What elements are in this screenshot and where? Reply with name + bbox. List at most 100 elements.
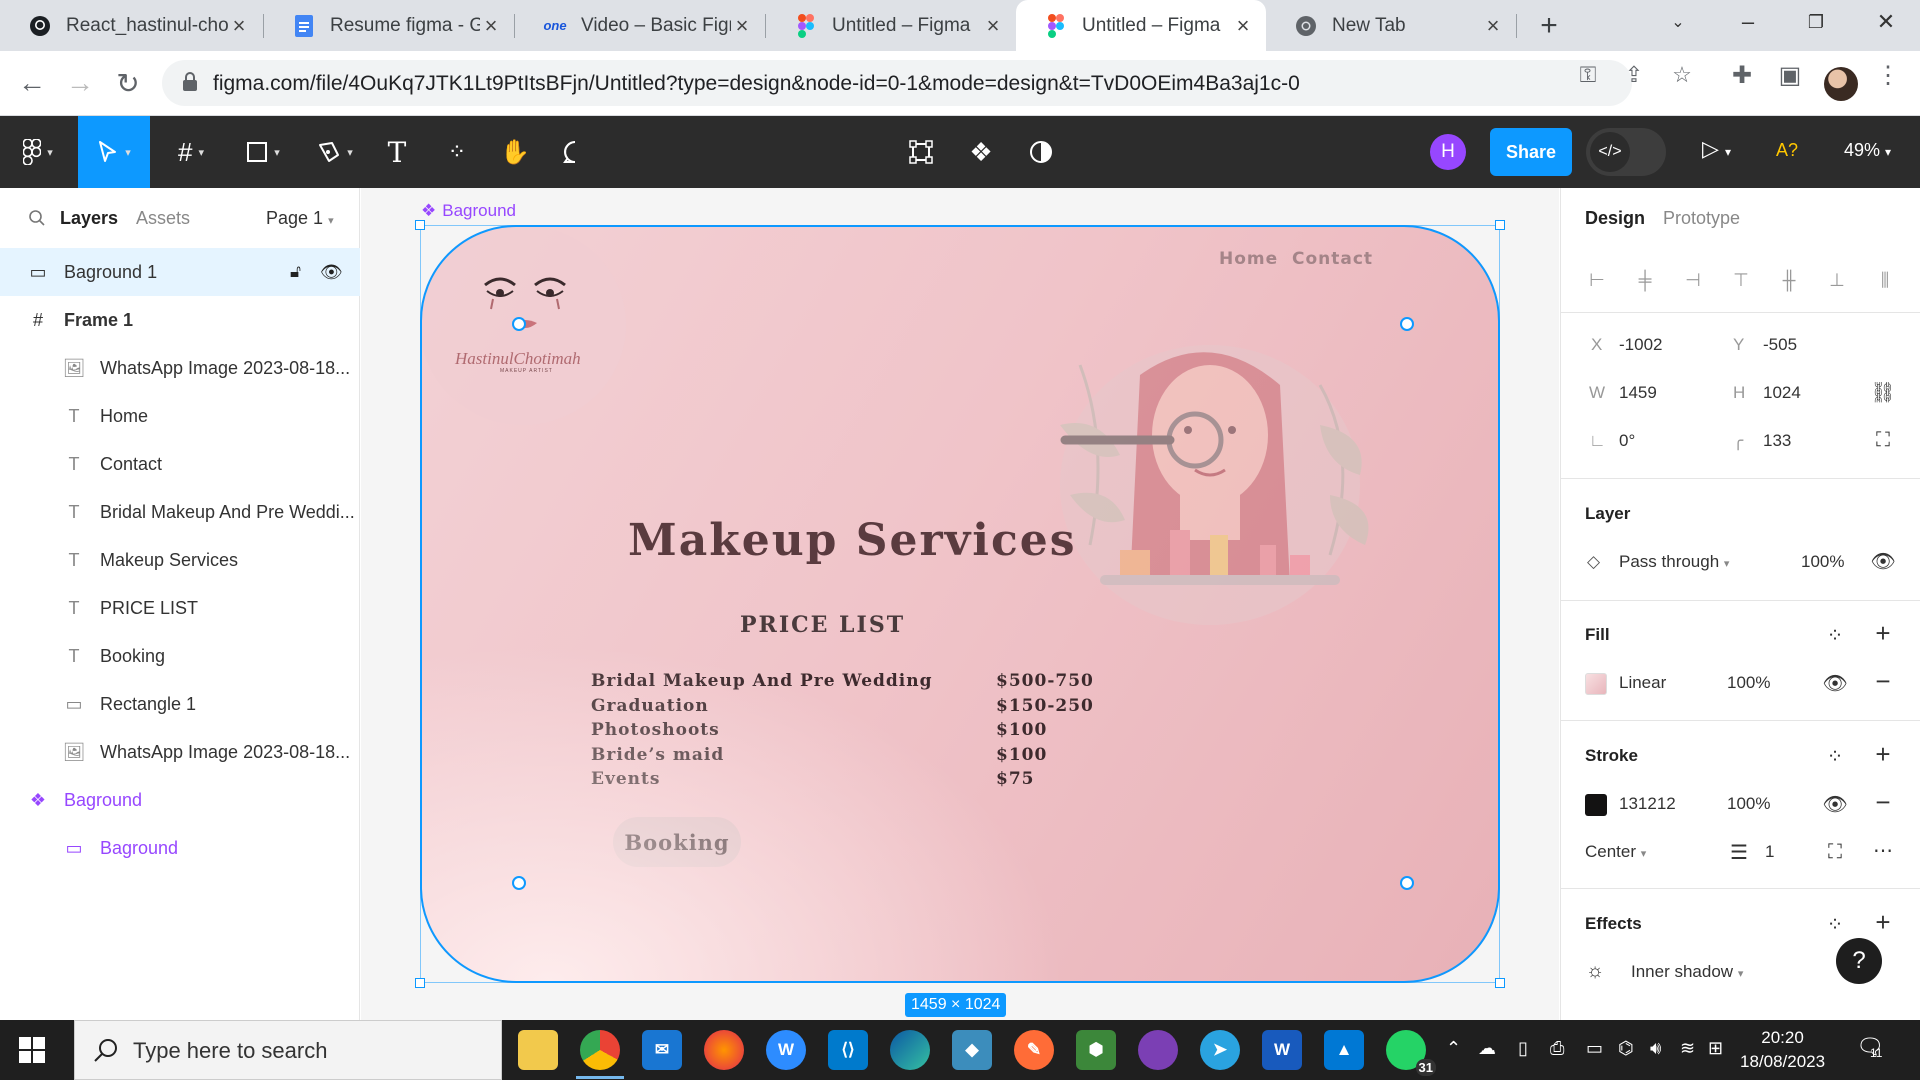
- align-bottom-icon[interactable]: ⊥: [1825, 268, 1849, 292]
- eye-icon[interactable]: 👁︎: [1822, 671, 1847, 695]
- frame-tool[interactable]: # ▾: [160, 116, 222, 188]
- distribute-icon[interactable]: ⫼: [1873, 268, 1897, 292]
- taskbar-search[interactable]: Type here to search: [74, 1020, 502, 1080]
- stroke-weight-input[interactable]: 1: [1765, 842, 1774, 862]
- windows-start-icon[interactable]: [18, 1036, 46, 1064]
- wifi-icon[interactable]: ≋: [1680, 1038, 1695, 1059]
- chrome-menu-icon[interactable]: ⋮: [1874, 61, 1902, 89]
- layer-item[interactable]: T Home: [0, 392, 360, 440]
- add-effect-icon[interactable]: +: [1871, 907, 1895, 937]
- forward-icon[interactable]: →: [62, 65, 98, 101]
- side-panel-icon[interactable]: ▣: [1776, 61, 1804, 89]
- pen-tool[interactable]: ▾: [304, 116, 366, 188]
- constrain-proportions-icon[interactable]: ⛓︎: [1870, 380, 1895, 404]
- present-button[interactable]: ▷ ▾: [1702, 136, 1731, 162]
- fill-opacity-input[interactable]: 100%: [1727, 673, 1770, 693]
- zoom-menu[interactable]: 49% ▾: [1844, 140, 1891, 161]
- frame-label[interactable]: ❖ Baground: [421, 201, 516, 221]
- layer-item[interactable]: T Booking: [0, 632, 360, 680]
- layer-item[interactable]: 🖼︎ WhatsApp Image 2023-08-18...: [0, 728, 360, 776]
- share-button[interactable]: Share: [1490, 128, 1572, 176]
- height-input[interactable]: 1024: [1763, 383, 1801, 403]
- styles-grid-icon[interactable]: ⁘: [1823, 623, 1847, 647]
- layer-item[interactable]: ▭ Baground: [0, 824, 360, 872]
- align-top-icon[interactable]: ⊤: [1729, 268, 1753, 292]
- stroke-align-select[interactable]: Center ▾: [1585, 842, 1646, 862]
- eye-icon[interactable]: 👁︎: [1870, 549, 1895, 573]
- layer-item[interactable]: T PRICE LIST: [0, 584, 360, 632]
- page-selector[interactable]: Page 1 ▾: [266, 208, 334, 229]
- effect-settings-icon[interactable]: ☼: [1583, 959, 1607, 983]
- tab-layers[interactable]: Layers: [60, 208, 118, 229]
- browser-tab[interactable]: Untitled – Figma ×: [766, 0, 1016, 51]
- layer-item[interactable]: T Bridal Makeup And Pre Weddi...: [0, 488, 360, 536]
- resize-handle-bottom-left[interactable]: [415, 978, 425, 988]
- mask-button[interactable]: [1016, 116, 1066, 188]
- fill-type[interactable]: Linear: [1619, 673, 1666, 693]
- browser-tab[interactable]: React_hastinul-chot ×: [0, 0, 262, 51]
- bookmark-star-icon[interactable]: ☆: [1668, 61, 1696, 89]
- meet-now-icon[interactable]: ⎙: [1550, 1038, 1564, 1059]
- fill-swatch[interactable]: [1585, 673, 1607, 695]
- onedrive-icon[interactable]: ☁: [1478, 1038, 1496, 1059]
- volume-icon[interactable]: 🔊︎: [1650, 1038, 1661, 1059]
- more-options-icon[interactable]: ⋯: [1871, 838, 1895, 862]
- search-icon[interactable]: [28, 209, 46, 227]
- align-vertical-center-icon[interactable]: ╫: [1777, 268, 1801, 292]
- user-avatar[interactable]: H: [1430, 134, 1466, 170]
- close-icon[interactable]: ×: [228, 13, 250, 38]
- individual-strokes-icon[interactable]: ⛶: [1823, 840, 1847, 864]
- whatsapp-icon[interactable]: 31: [1386, 1030, 1436, 1076]
- stroke-color-input[interactable]: 131212: [1619, 794, 1676, 814]
- layer-item[interactable]: ❖ Baground: [0, 776, 360, 824]
- resize-handle-top-right[interactable]: [1495, 220, 1505, 230]
- restore-icon[interactable]: ❐: [1786, 0, 1846, 44]
- y-input[interactable]: -505: [1763, 335, 1797, 355]
- move-tool[interactable]: ▾: [78, 116, 150, 188]
- eye-icon[interactable]: 👁︎: [320, 262, 343, 283]
- layer-item[interactable]: ▭ Baground 1 🔓︎ 👁︎: [0, 248, 360, 296]
- mail-icon[interactable]: ✉: [642, 1030, 682, 1070]
- edge-icon[interactable]: [890, 1030, 930, 1070]
- styles-grid-icon[interactable]: ⁘: [1823, 912, 1847, 936]
- firefox-icon[interactable]: [704, 1030, 744, 1070]
- remove-fill-icon[interactable]: −: [1871, 666, 1895, 696]
- resize-handle-top-left[interactable]: [415, 220, 425, 230]
- extensions-icon[interactable]: ✚: [1728, 61, 1756, 89]
- battery-icon[interactable]: ▭: [1586, 1038, 1603, 1059]
- effect-type-select[interactable]: Inner shadow ▾: [1631, 962, 1743, 982]
- corner-radius-handle[interactable]: [1400, 876, 1414, 890]
- component-button[interactable]: ❖: [956, 116, 1006, 188]
- tab-prototype[interactable]: Prototype: [1663, 208, 1740, 229]
- corner-radius-handle[interactable]: [512, 317, 526, 331]
- telegram-icon[interactable]: ➤: [1200, 1030, 1240, 1070]
- browser-tab[interactable]: Resume figma - Go ×: [264, 0, 514, 51]
- notification-center-icon[interactable]: 🗨︎ 11: [1856, 1034, 1884, 1060]
- nodejs-icon[interactable]: ⬢: [1076, 1030, 1116, 1070]
- layer-item[interactable]: ▭ Rectangle 1: [0, 680, 360, 728]
- back-icon[interactable]: ←: [14, 65, 50, 101]
- show-hidden-icons-icon[interactable]: ⌃: [1446, 1038, 1461, 1059]
- unlock-icon[interactable]: 🔓︎: [290, 262, 301, 282]
- layer-item[interactable]: T Makeup Services: [0, 536, 360, 584]
- styles-grid-icon[interactable]: ⁘: [1823, 744, 1847, 768]
- accessibility-check[interactable]: A?: [1776, 140, 1798, 161]
- layer-opacity-input[interactable]: 100%: [1801, 552, 1844, 572]
- comment-tool[interactable]: [550, 116, 600, 188]
- profile-avatar[interactable]: [1824, 67, 1858, 101]
- tab-assets[interactable]: Assets: [136, 208, 190, 229]
- password-key-icon[interactable]: ⚿: [1574, 61, 1602, 89]
- resize-handle-bottom-right[interactable]: [1495, 978, 1505, 988]
- align-horizontal-center-icon[interactable]: ╪: [1633, 268, 1657, 292]
- close-icon[interactable]: ×: [1482, 13, 1504, 38]
- close-icon[interactable]: ×: [1232, 13, 1254, 38]
- shape-tool[interactable]: ▾: [232, 116, 294, 188]
- input-indicator-icon[interactable]: ⊞: [1708, 1038, 1723, 1059]
- tab-design[interactable]: Design: [1585, 208, 1645, 229]
- layer-item[interactable]: T Contact: [0, 440, 360, 488]
- independent-corners-icon[interactable]: ⛶: [1871, 428, 1895, 452]
- layer-item[interactable]: 🖼︎ WhatsApp Image 2023-08-18...: [0, 344, 360, 392]
- tablet-icon[interactable]: ▯: [1518, 1038, 1528, 1059]
- file-explorer-icon[interactable]: [518, 1030, 558, 1070]
- window-close-icon[interactable]: ✕: [1856, 0, 1916, 44]
